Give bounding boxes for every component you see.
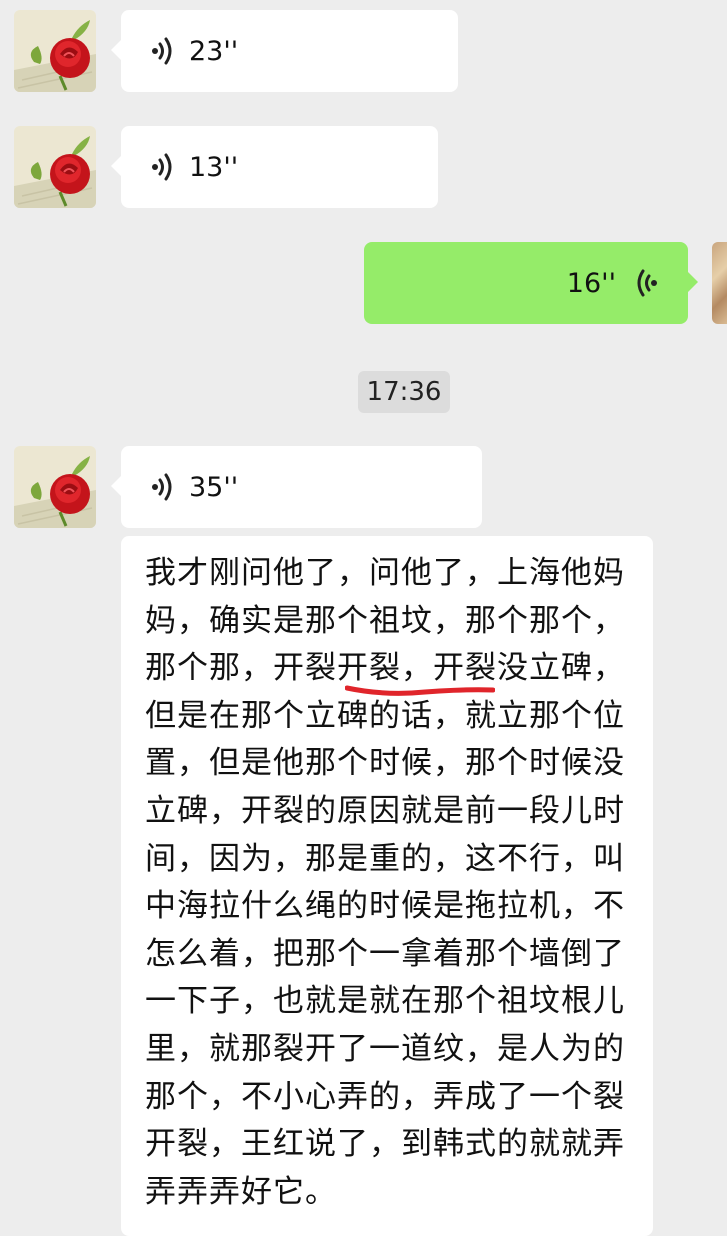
voice-message: 13'' bbox=[121, 126, 438, 208]
voice-message: 35'' bbox=[121, 446, 482, 528]
voice-message-bubble[interactable]: 13'' bbox=[111, 126, 438, 208]
voice-waves-icon bbox=[152, 153, 172, 181]
transcript-text: 我才刚问他了，问他了，上海他妈妈，确实是那个祖坟，那个那个，那个那，开裂开裂，开… bbox=[145, 555, 625, 1210]
rose-avatar-image bbox=[14, 126, 96, 208]
voice-duration: 35'' bbox=[189, 471, 239, 503]
red-underline-annotation bbox=[345, 685, 495, 696]
contact-avatar[interactable] bbox=[14, 446, 96, 528]
voice-message: 23'' bbox=[121, 10, 458, 92]
timestamp: 17:36 bbox=[358, 371, 450, 413]
voice-waves-icon bbox=[152, 473, 172, 501]
rose-avatar-image bbox=[14, 446, 96, 528]
voice-message-bubble-outgoing[interactable]: 16'' bbox=[364, 242, 698, 324]
voice-waves-icon bbox=[637, 269, 657, 297]
self-avatar[interactable] bbox=[712, 242, 727, 324]
voice-transcript-bubble[interactable]: 我才刚问他了，问他了，上海他妈妈，确实是那个祖坟，那个那个，那个那，开裂开裂，开… bbox=[121, 536, 653, 1236]
contact-avatar[interactable] bbox=[14, 10, 96, 92]
contact-avatar[interactable] bbox=[14, 126, 96, 208]
voice-duration: 23'' bbox=[189, 35, 239, 67]
voice-message: 16'' bbox=[364, 242, 688, 324]
voice-duration: 16'' bbox=[566, 267, 616, 299]
voice-duration: 13'' bbox=[189, 151, 239, 183]
voice-message-bubble[interactable]: 23'' bbox=[111, 10, 458, 92]
voice-message-bubble[interactable]: 35'' bbox=[111, 446, 482, 528]
rose-avatar-image bbox=[14, 10, 96, 92]
voice-waves-icon bbox=[152, 37, 172, 65]
